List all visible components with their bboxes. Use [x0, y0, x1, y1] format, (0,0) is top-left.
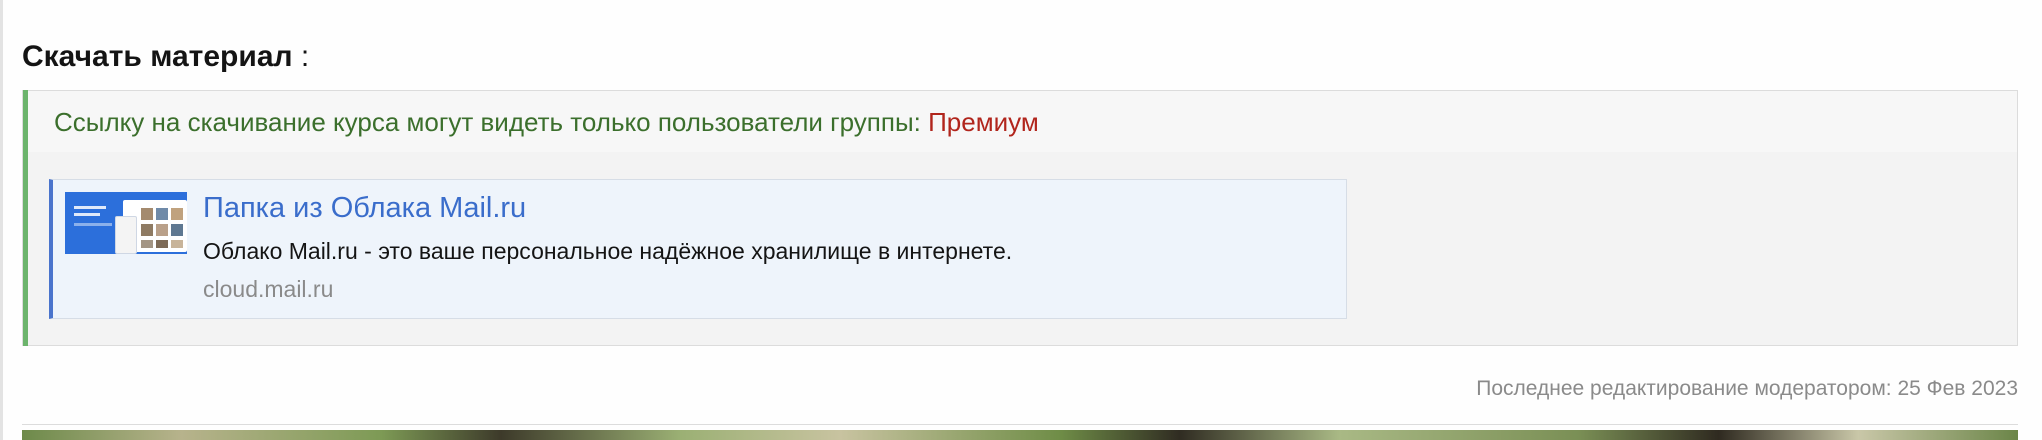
- post-content: Скачать материал : Ссылку на скачивание …: [0, 0, 2042, 440]
- thumbnail-photo-cell: [156, 208, 168, 220]
- thumbnail-phone: [115, 216, 137, 254]
- thumbnail-headline-line: [74, 206, 106, 209]
- thumbnail-photo-cell: [171, 224, 183, 236]
- link-preview-card[interactable]: Папка из Облака Mail.ru Облако Mail.ru -…: [49, 179, 1347, 319]
- thumbnail-photo-cell: [156, 240, 168, 248]
- hidden-content-notice-text: Ссылку на скачивание курса могут видеть …: [54, 107, 929, 137]
- thumbnail-photo-cell: [141, 224, 153, 236]
- signature-banner-image: [22, 430, 2018, 440]
- cloud-preview-thumbnail: [65, 192, 187, 254]
- thumbnail-photo-cell: [171, 208, 183, 220]
- thumbnail-photo-cell: [141, 208, 153, 220]
- post-left-border: [0, 0, 3, 440]
- hidden-content-box: Ссылку на скачивание курса могут видеть …: [22, 90, 2018, 346]
- section-heading: Скачать материал :: [22, 40, 309, 74]
- thumbnail-photo-cell: [156, 224, 168, 236]
- last-edit-note: Последнее редактирование модератором: 25…: [1476, 377, 2018, 400]
- section-title-suffix: :: [292, 40, 310, 73]
- link-preview-description: Облако Mail.ru - это ваше персональное н…: [203, 238, 1013, 264]
- post-divider: [22, 424, 2018, 425]
- hidden-content-header: Ссылку на скачивание курса могут видеть …: [28, 91, 2017, 152]
- thumbnail-photo-cell: [141, 240, 153, 248]
- link-preview-title[interactable]: Папка из Облака Mail.ru: [203, 192, 526, 225]
- section-title: Скачать материал: [22, 40, 293, 73]
- thumbnail-photo-cell: [171, 240, 183, 248]
- thumbnail-headline-line: [74, 213, 100, 216]
- thumbnail-caption-line: [74, 223, 112, 226]
- premium-group-link[interactable]: Премиум: [928, 107, 1039, 137]
- link-preview-domain: cloud.mail.ru: [203, 276, 334, 302]
- hidden-content-notice: Ссылку на скачивание курса могут видеть …: [54, 107, 1039, 138]
